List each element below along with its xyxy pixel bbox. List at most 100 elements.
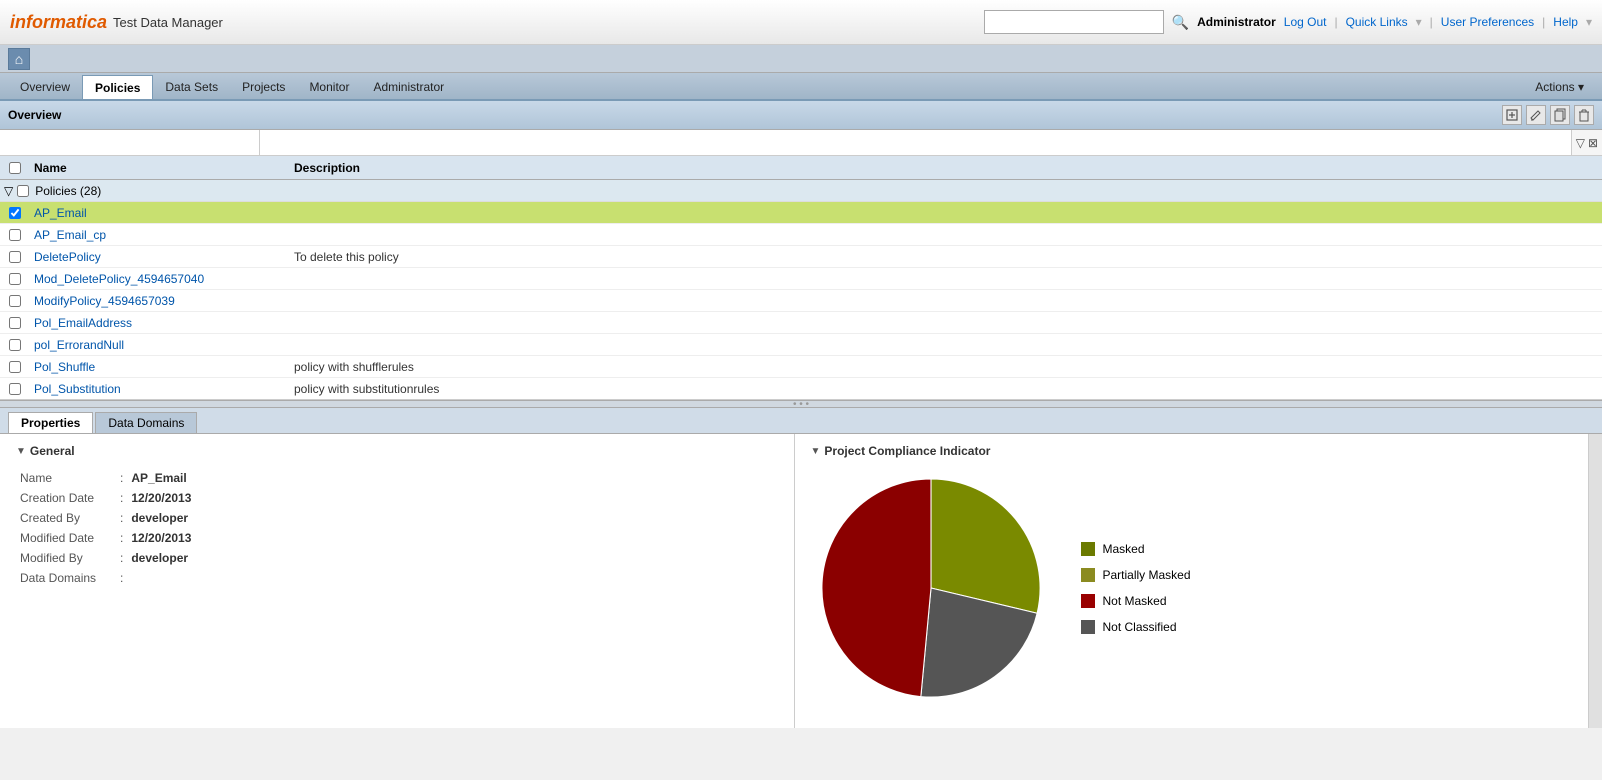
table-row[interactable]: ModifyPolicy_4594657039	[0, 290, 1602, 312]
actions-button[interactable]: Actions ▾	[1525, 77, 1594, 97]
group-row[interactable]: ▽ Policies (28)	[0, 180, 1602, 202]
filter-name-cell	[0, 130, 260, 155]
tab-overview[interactable]: Overview	[8, 75, 82, 99]
home-button[interactable]: ⌂	[8, 48, 30, 70]
table-row[interactable]: AP_Email_cp	[0, 224, 1602, 246]
row-checkbox-cell	[0, 339, 30, 351]
user-preferences-link[interactable]: User Preferences	[1441, 15, 1534, 29]
tab-policies[interactable]: Policies	[82, 75, 153, 99]
row-checkbox-cell	[0, 207, 30, 219]
creation-date-value: 12/20/2013	[127, 488, 777, 508]
search-icon[interactable]: 🔍	[1172, 14, 1189, 31]
prop-modified-by-row: Modified By : developer	[16, 548, 778, 568]
filter-name-input[interactable]	[0, 130, 259, 155]
modified-date-value: 12/20/2013	[127, 528, 777, 548]
modified-by-value: developer	[127, 548, 777, 568]
filter-clear-icon[interactable]: ⊠	[1588, 136, 1598, 150]
table-row[interactable]: AP_Email	[0, 202, 1602, 224]
row-checkbox-4[interactable]	[9, 295, 21, 307]
help-link[interactable]: Help	[1553, 15, 1578, 29]
row-checkbox-cell	[0, 383, 30, 395]
logout-link[interactable]: Log Out	[1284, 15, 1327, 29]
properties-table: Name : AP_Email Creation Date : 12/20/20…	[16, 468, 778, 588]
row-checkbox-7[interactable]	[9, 361, 21, 373]
table-row[interactable]: Pol_EmailAddress	[0, 312, 1602, 334]
row-name-2[interactable]: DeletePolicy	[30, 250, 290, 264]
created-by-label: Created By	[16, 508, 116, 528]
right-scrollbar[interactable]	[1588, 434, 1602, 728]
legend-not-masked-swatch	[1081, 594, 1095, 608]
tab-datasets[interactable]: Data Sets	[153, 75, 230, 99]
search-input[interactable]	[984, 10, 1164, 34]
row-checkbox-8[interactable]	[9, 383, 21, 395]
toolbar-icon-4[interactable]	[1574, 105, 1594, 125]
quick-links-link[interactable]: Quick Links	[1346, 15, 1408, 29]
select-all-checkbox[interactable]	[9, 162, 21, 174]
tab-monitor[interactable]: Monitor	[297, 75, 361, 99]
col-name-header: Name	[30, 161, 290, 175]
tab-administrator[interactable]: Administrator	[361, 75, 456, 99]
row-name-3[interactable]: Mod_DeletePolicy_4594657040	[30, 272, 290, 286]
modified-by-label: Modified By	[16, 548, 116, 568]
bottom-content: General Name : AP_Email Creation Date : …	[0, 434, 1602, 728]
bottom-panel: Properties Data Domains General Name : A…	[0, 408, 1602, 728]
table-row[interactable]: DeletePolicy To delete this policy	[0, 246, 1602, 268]
row-checkbox-0[interactable]	[9, 207, 21, 219]
data-domains-label: Data Domains	[16, 568, 116, 588]
row-name-0[interactable]: AP_Email	[30, 206, 290, 220]
legend-masked-label: Masked	[1103, 542, 1145, 556]
row-checkbox-cell	[0, 317, 30, 329]
header-left: informatica Test Data Manager	[10, 12, 223, 33]
filter-desc-input[interactable]	[260, 130, 1571, 155]
row-checkbox-cell	[0, 361, 30, 373]
filter-desc-cell	[260, 130, 1572, 155]
row-name-5[interactable]: Pol_EmailAddress	[30, 316, 290, 330]
col-header: Name Description	[0, 156, 1602, 180]
toolbar-icon-3[interactable]	[1550, 105, 1570, 125]
general-section-header: General	[16, 444, 778, 458]
row-name-4[interactable]: ModifyPolicy_4594657039	[30, 294, 290, 308]
row-name-8[interactable]: Pol_Substitution	[30, 382, 290, 396]
row-desc-7: policy with shufflerules	[290, 360, 1602, 374]
name-value: AP_Email	[127, 468, 777, 488]
header-checkbox-cell	[0, 162, 30, 174]
toolbar-icon-2[interactable]	[1526, 105, 1546, 125]
group-checkbox[interactable]	[17, 185, 29, 197]
toolbar-icon-1[interactable]	[1502, 105, 1522, 125]
row-name-6[interactable]: pol_ErrorandNull	[30, 338, 290, 352]
prop-modified-date-row: Modified Date : 12/20/2013	[16, 528, 778, 548]
tab-properties[interactable]: Properties	[8, 412, 93, 433]
legend-partially-masked-label: Partially Masked	[1103, 568, 1191, 582]
bottom-tabs: Properties Data Domains	[0, 408, 1602, 434]
pie-chart-svg	[811, 468, 1051, 708]
row-checkbox-6[interactable]	[9, 339, 21, 351]
compliance-section-header: Project Compliance Indicator	[811, 444, 1573, 458]
row-checkbox-3[interactable]	[9, 273, 21, 285]
row-checkbox-1[interactable]	[9, 229, 21, 241]
group-expand-icon[interactable]: ▽	[4, 184, 13, 198]
row-name-7[interactable]: Pol_Shuffle	[30, 360, 290, 374]
legend-not-classified: Not Classified	[1081, 620, 1191, 634]
row-checkbox-cell	[0, 251, 30, 263]
tab-data-domains[interactable]: Data Domains	[95, 412, 197, 433]
table-row[interactable]: Pol_Shuffle policy with shufflerules	[0, 356, 1602, 378]
table-row[interactable]: Mod_DeletePolicy_4594657040	[0, 268, 1602, 290]
table-row[interactable]: pol_ErrorandNull	[0, 334, 1602, 356]
legend-masked-swatch	[1081, 542, 1095, 556]
filter-funnel-icon[interactable]: ▽	[1576, 136, 1585, 150]
group-label: Policies (28)	[35, 184, 101, 198]
tab-projects[interactable]: Projects	[230, 75, 297, 99]
panel-splitter[interactable]: • • •	[0, 400, 1602, 408]
prop-name-row: Name : AP_Email	[16, 468, 778, 488]
modified-date-label: Modified Date	[16, 528, 116, 548]
prop-created-by-row: Created By : developer	[16, 508, 778, 528]
row-checkbox-cell	[0, 229, 30, 241]
row-checkbox-2[interactable]	[9, 251, 21, 263]
logo: informatica	[10, 12, 107, 33]
row-checkbox-5[interactable]	[9, 317, 21, 329]
general-section: General Name : AP_Email Creation Date : …	[0, 434, 795, 728]
row-name-1[interactable]: AP_Email_cp	[30, 228, 290, 242]
table-row[interactable]: Pol_Substitution policy with substitutio…	[0, 378, 1602, 400]
header-right: 🔍 Administrator Log Out | Quick Links ▾ …	[984, 10, 1592, 34]
pie-chart	[811, 468, 1051, 708]
